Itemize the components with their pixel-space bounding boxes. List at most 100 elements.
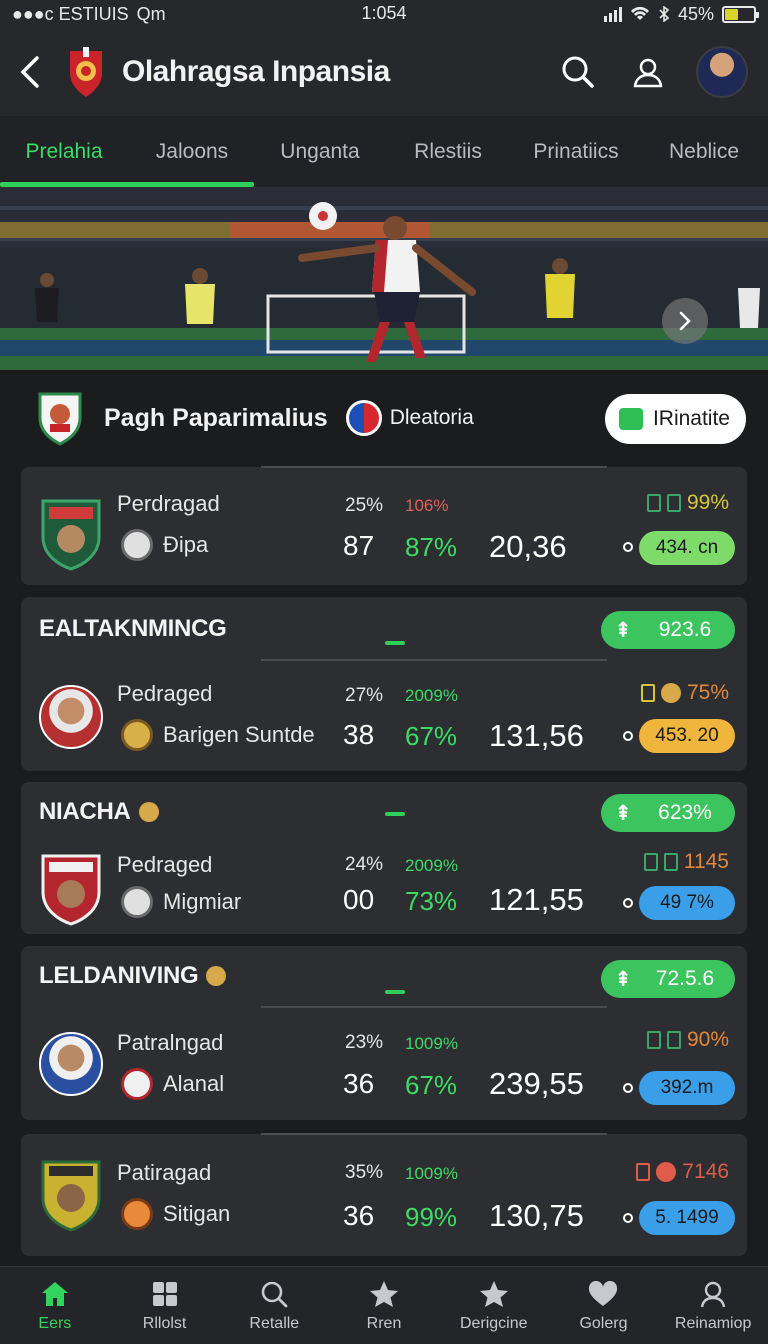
coin-icon [138, 802, 159, 822]
player-card[interactable]: LELDANIVING ⇞ 72.5.6 Patralngad Alanal 23… [21, 946, 747, 1120]
divider [261, 1133, 607, 1135]
ball-icon [121, 529, 153, 561]
player-name: Patiragad [117, 1160, 212, 1185]
nav-item-home[interactable]: Eers [0, 1267, 110, 1344]
coin-icon [660, 683, 681, 703]
value-chip[interactable]: 49 7% [639, 886, 735, 920]
team-badge [41, 1160, 101, 1232]
nav-item-list[interactable]: Rllolst [110, 1267, 220, 1344]
divider [261, 1006, 607, 1008]
nav-item-likes[interactable]: Golerg [549, 1267, 659, 1344]
search-button[interactable] [556, 50, 600, 94]
pill-value: 623% [658, 801, 712, 824]
stat-percent-b: 2009% [405, 686, 458, 705]
page-title: Olahragsa Inpansia [122, 55, 390, 88]
battery-icon [722, 5, 759, 23]
player-name: Patralngad [117, 1030, 224, 1055]
sponsor: Dleatoria [345, 400, 474, 436]
meta-value: 90% [686, 1028, 729, 1051]
price-pill[interactable]: ⇞ 923.6 [601, 611, 735, 649]
back-button[interactable] [0, 28, 60, 116]
value-chip[interactable]: 392.m [639, 1071, 735, 1105]
stat-percent-b: 106% [405, 496, 449, 515]
stat-percent-b: 1009% [405, 1034, 458, 1053]
club-name: Sitigan [163, 1201, 231, 1226]
nav-label: Derigcine [459, 1314, 528, 1332]
carrier-label: ●●●c ESTIUIS [12, 3, 129, 24]
profile-button[interactable] [626, 50, 670, 94]
player-card[interactable]: EALTAKNMINCG ⇞ 923.6 Pedraged Barigen Sun… [21, 597, 747, 771]
status-dot-icon [623, 1083, 633, 1093]
tab-neblice[interactable]: Neblice [640, 116, 768, 188]
stat-rate: 67% [405, 1070, 458, 1100]
price-pill[interactable]: ⇞ 623% [601, 794, 735, 832]
player-photo [39, 685, 103, 749]
player-club: Barigen Suntde [121, 719, 315, 751]
battery-small-icon [646, 494, 661, 512]
search-icon [562, 56, 594, 88]
stat-rate: 99% [405, 1202, 458, 1232]
ticket-icon [618, 408, 643, 430]
nav-item-search[interactable]: Retalle [219, 1267, 329, 1344]
stat-percent-a: 27% [345, 685, 384, 706]
player-card[interactable]: Patiragad Sitigan 35% 1009% 36 99% 130,7… [21, 1133, 747, 1256]
accent-dash [385, 812, 405, 816]
player-card[interactable]: NIACHA ⇞ 623% Pedraged Migmiar 24% 2009% … [21, 782, 747, 934]
user-icon [698, 1279, 728, 1309]
value-chip[interactable]: 5. 1499 [639, 1201, 735, 1235]
nav-item-profile[interactable]: Reinamiop [658, 1267, 768, 1344]
stat-count: 36 [343, 1200, 375, 1231]
battery-percent: 45% [677, 3, 714, 24]
status-dot-icon [623, 898, 633, 908]
price-pill[interactable]: ⇞ 72.5.6 [601, 960, 735, 998]
player-club: Sitigan [121, 1198, 230, 1230]
stat-meta: 75% [640, 681, 729, 705]
home-icon [40, 1279, 70, 1309]
chart-small-icon [663, 853, 678, 871]
status-bar: ●●●c ESTIUIS Qm 1:054 45% [0, 0, 768, 28]
tab-prinatiics[interactable]: Prinatiics [512, 116, 640, 188]
stat-percent-a: 35% [345, 1162, 384, 1183]
stat-percent-b: 1009% [405, 1164, 458, 1183]
club-name: Migmiar [163, 889, 242, 914]
nav-item-favorites[interactable]: Rren [329, 1267, 439, 1344]
value-chip[interactable]: 434. cn [639, 531, 735, 565]
club-name: Alanal [163, 1071, 225, 1096]
hero-banner[interactable] [0, 188, 768, 370]
section-label: EALTAKNMINCG [39, 615, 227, 642]
user-icon [633, 58, 663, 88]
tab-jaloons[interactable]: Jaloons [128, 116, 256, 188]
tab-prelahia[interactable]: Prelahia [0, 116, 128, 188]
search-icon [259, 1279, 289, 1309]
team-badge [41, 854, 101, 926]
cta-button[interactable]: IRinatite [604, 394, 746, 444]
section-title: NIACHA [39, 798, 159, 826]
player-card[interactable]: Perdragad Ðipa 25% 106% 87 87% 20,36 99%… [21, 466, 747, 585]
battery-small-icon [643, 853, 658, 871]
ball-icon [121, 1068, 153, 1100]
meta-value: 7146 [682, 1160, 729, 1183]
section-label: LELDANIVING [39, 962, 199, 989]
nav-item-rankings[interactable]: Derigcine [439, 1267, 549, 1344]
grid-icon [150, 1279, 180, 1309]
value-chip[interactable]: 453. 20 [639, 719, 735, 753]
signal-icon [603, 6, 622, 22]
avatar[interactable] [696, 46, 748, 98]
divider [261, 466, 607, 468]
player-name: Perdragad [117, 491, 220, 516]
club-name: Ðipa [163, 532, 209, 557]
bluetooth-icon [659, 6, 670, 22]
tab-unganta[interactable]: Unganta [256, 116, 384, 188]
star-icon [479, 1279, 509, 1309]
section-label: NIACHA [39, 798, 131, 825]
tab-rlestiis[interactable]: Rlestiis [384, 116, 512, 188]
nav-label: Retalle [249, 1314, 300, 1332]
section-title: EALTAKNMINCG [39, 615, 227, 643]
chevron-right-icon [679, 311, 691, 331]
currency-icon: ⇞ [614, 618, 632, 642]
status-dot-icon [623, 542, 633, 552]
carousel-next-button[interactable] [662, 298, 708, 344]
stat-count: 87 [343, 530, 375, 561]
stat-percent-a: 25% [345, 495, 384, 516]
club-name: Barigen Suntde [163, 722, 315, 747]
